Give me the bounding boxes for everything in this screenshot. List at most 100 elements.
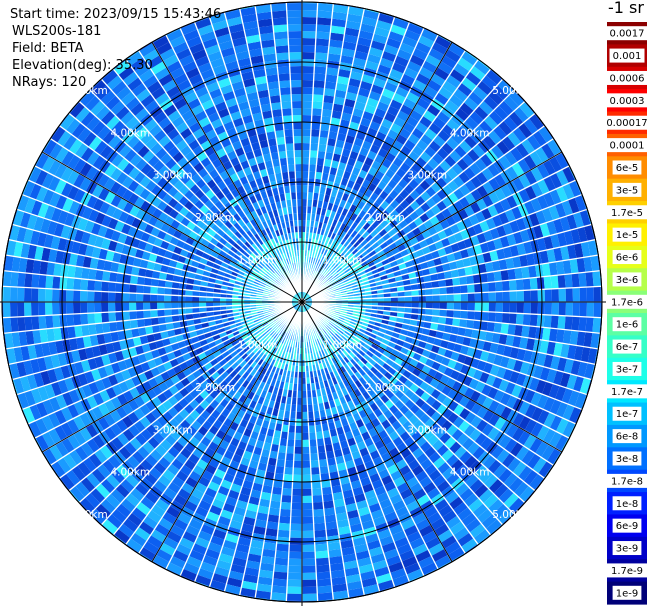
beta-cell	[94, 302, 102, 313]
beta-cell	[494, 312, 503, 324]
ppi-figure: 1.00km 1.00km 1.00km 1.00km 2.00km 2.00km 2.00…	[0, 0, 647, 607]
beta-cell	[302, 425, 309, 433]
beta-cell	[302, 439, 310, 447]
beta-cell	[269, 95, 281, 104]
beta-cell	[282, 115, 293, 123]
beta-cell	[302, 157, 310, 165]
beta-cell	[557, 315, 566, 330]
beta-cell	[530, 289, 538, 302]
beta-cell	[283, 122, 293, 130]
beta-cell	[302, 530, 315, 538]
beta-cell	[572, 287, 580, 302]
beta-cell	[291, 108, 302, 116]
beta-cell	[287, 572, 302, 580]
beta-cell	[315, 550, 329, 559]
beta-cell	[321, 109, 333, 118]
beta-cell	[310, 129, 321, 137]
beta-cell	[52, 288, 60, 302]
beta-cell	[278, 80, 291, 89]
beta-cell	[275, 52, 290, 61]
beta-cell	[543, 275, 552, 290]
beta-cell	[312, 501, 324, 510]
beta-cell	[481, 302, 489, 312]
beta-cell	[45, 315, 54, 329]
beta-cell	[481, 292, 489, 302]
beta-cell	[287, 24, 302, 32]
beta-cell	[474, 283, 482, 293]
beta-cell	[94, 312, 103, 324]
beta-cell	[544, 302, 552, 316]
beta-cell	[279, 87, 292, 96]
beta-cell	[516, 290, 524, 302]
beta-cell	[294, 439, 302, 447]
beta-cell	[302, 460, 311, 468]
beta-cell	[309, 453, 319, 461]
beta-cell	[52, 275, 61, 290]
beta-cell	[323, 500, 335, 509]
beta-cell	[502, 291, 510, 302]
beta-cell	[302, 453, 311, 461]
beta-cell	[493, 322, 502, 334]
beta-cell	[292, 129, 302, 137]
beta-cell	[280, 494, 292, 503]
beta-cell	[302, 73, 314, 81]
beta-cell	[108, 311, 117, 323]
beta-cell	[481, 311, 489, 322]
beta-cell	[508, 279, 517, 292]
beta-cell	[289, 530, 302, 538]
beta-cell	[52, 314, 61, 329]
beta-cell	[302, 432, 310, 440]
beta-cell	[310, 467, 321, 475]
beta-cell	[88, 268, 97, 281]
beta-cell	[143, 293, 151, 302]
beta-cell	[453, 302, 461, 311]
beta-cell	[302, 66, 315, 74]
beta-cell	[302, 446, 310, 454]
beta-cell	[302, 544, 316, 552]
beta-cell	[453, 293, 461, 302]
beta-cell	[551, 302, 559, 316]
beta-cell	[94, 291, 102, 302]
beta-cell	[311, 122, 321, 130]
beta-cell	[293, 143, 302, 151]
beta-cell	[516, 302, 524, 314]
beta-cell	[500, 269, 509, 281]
beta-cell	[101, 291, 109, 302]
beta-cell	[316, 24, 332, 33]
beta-cell	[38, 315, 47, 330]
beta-cell	[274, 38, 289, 47]
beta-cell	[102, 270, 111, 282]
beta-cell	[502, 302, 510, 313]
beta-cell	[302, 572, 317, 580]
beta-cell	[488, 291, 496, 302]
beta-cell	[551, 288, 559, 302]
beta-cell	[509, 302, 517, 314]
beta-cell	[302, 558, 316, 566]
beta-cell	[302, 516, 314, 524]
beta-cell	[530, 302, 538, 315]
beta-cell	[87, 290, 95, 302]
beta-cell	[523, 290, 531, 302]
beta-cell	[136, 302, 144, 311]
beta-cell	[495, 302, 503, 313]
beta-cell	[38, 302, 46, 316]
beta-cell	[101, 280, 110, 292]
beta-cell	[291, 502, 302, 510]
beta-cell	[446, 294, 454, 302]
beta-cell	[529, 277, 538, 291]
beta-cell	[302, 38, 316, 46]
beta-cell	[302, 467, 312, 475]
beta-cell	[311, 474, 321, 482]
beta-cell	[283, 129, 294, 137]
beta-cell	[87, 279, 96, 292]
beta-cell	[302, 495, 313, 503]
beta-cell	[564, 273, 573, 289]
beta-cell	[557, 274, 566, 289]
beta-cell	[292, 481, 302, 489]
beta-cell	[278, 73, 291, 82]
beta-cell	[268, 507, 281, 516]
beta-cell	[101, 312, 110, 324]
beta-cell	[290, 516, 302, 524]
beta-cell	[474, 302, 482, 312]
beta-cell	[294, 446, 302, 454]
